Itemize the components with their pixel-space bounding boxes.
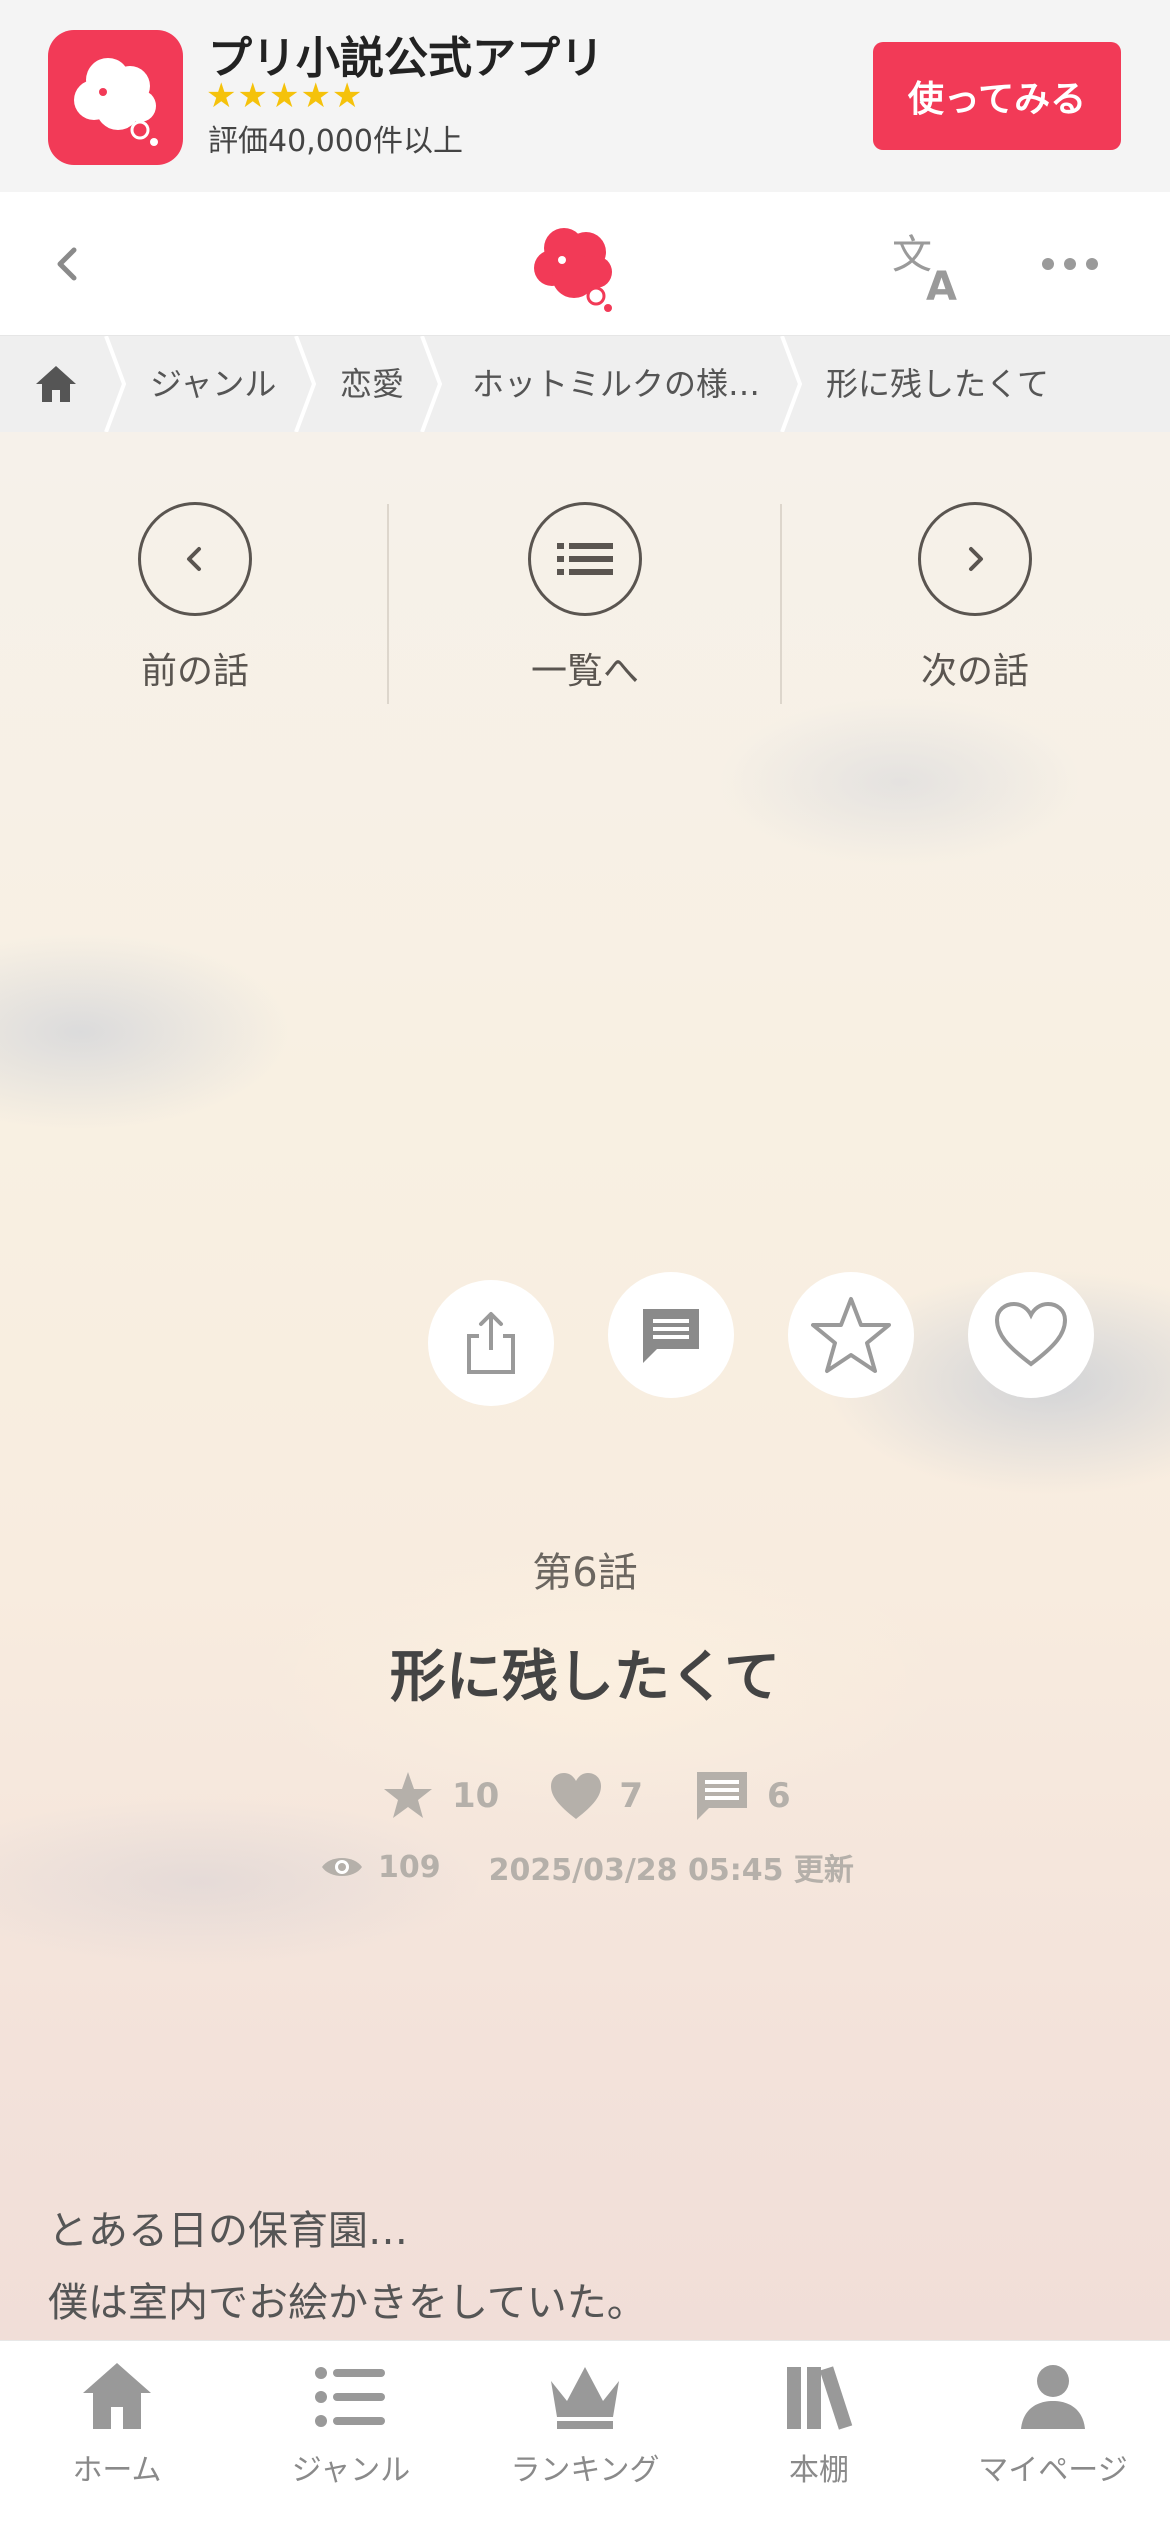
tab-ranking[interactable]: ランキング (468, 2341, 702, 2532)
tab-mypage[interactable]: マイページ (936, 2341, 1170, 2532)
app-banner: プリ小説公式アプリ ★★★★★ 評価40,000件以上 使ってみる (0, 0, 1170, 192)
tab-label: 本棚 (789, 2453, 849, 2488)
episode-stats: 10 7 6 (382, 1766, 791, 1826)
heart-icon (551, 1773, 602, 1819)
comment-icon (697, 1772, 747, 1820)
breadcrumb-separator (104, 336, 126, 432)
tab-label: ホーム (72, 2453, 162, 2488)
tab-genre[interactable]: ジャンル (234, 2341, 468, 2532)
updated-date: 2025/03/28 05:45 更新 (488, 1853, 854, 1888)
prev-episode-label: 前の話 (140, 651, 249, 692)
breadcrumb-separator (420, 336, 442, 432)
like-heart-button[interactable] (968, 1272, 1094, 1398)
episode-title: 形に残したくて (389, 1645, 781, 1710)
star-count: 10 (452, 1776, 500, 1816)
comment-icon (643, 1309, 699, 1363)
home-icon[interactable] (28, 362, 84, 406)
share-icon (467, 1312, 515, 1374)
home-icon (77, 2357, 157, 2437)
star-icon (811, 1297, 891, 1373)
share-button[interactable] (428, 1280, 554, 1406)
breadcrumb-category[interactable]: 恋愛 (340, 336, 404, 432)
breadcrumb-current: 形に残したくて (826, 365, 1050, 403)
tab-label: ジャンル (291, 2453, 411, 2488)
chevron-right-icon (918, 502, 1032, 616)
user-icon (1013, 2357, 1093, 2437)
episode-nav: 前の話 一覧へ 次の話 (0, 490, 1170, 720)
breadcrumb-genre[interactable]: ジャンル (150, 336, 276, 432)
divider (387, 504, 389, 704)
rating-stars: ★★★★★ (206, 76, 364, 116)
episode-number: 第6話 (532, 1550, 638, 1596)
bookshelf-icon (779, 2357, 859, 2437)
crown-icon (545, 2357, 625, 2437)
app-logo-icon[interactable] (48, 30, 183, 165)
top-header: 文 A (0, 192, 1170, 336)
heart-count: 7 (619, 1776, 643, 1816)
tab-bookshelf[interactable]: 本棚 (702, 2341, 936, 2532)
favorite-star-button[interactable] (788, 1272, 914, 1398)
back-icon[interactable] (40, 232, 100, 296)
chevron-left-icon (138, 502, 252, 616)
view-count: 109 (378, 1849, 441, 1885)
list-icon (311, 2357, 391, 2437)
bottom-tab-bar: ホーム ジャンル ランキング 本棚 マイページ (0, 2340, 1170, 2532)
translate-icon[interactable]: 文 A (890, 228, 970, 310)
more-icon[interactable] (1040, 244, 1100, 284)
tab-label: ランキング (510, 2453, 660, 2488)
breadcrumb-separator (780, 336, 802, 432)
story-line: とある日の保育園… (48, 2208, 408, 2254)
tab-label: マイページ (978, 2453, 1128, 2488)
breadcrumb: ジャンル 恋愛 ホットミルクの様… 形に残したくて (0, 336, 1170, 432)
star-icon (384, 1772, 432, 1818)
breadcrumb-story[interactable]: ホットミルクの様… (472, 336, 760, 432)
list-icon (528, 502, 642, 616)
episode-list-label: 一覧へ (530, 651, 639, 692)
heart-icon (994, 1301, 1068, 1367)
episode-meta: 109 2025/03/28 05:45 更新 (320, 1842, 854, 1892)
rating-count: 評価40,000件以上 (208, 124, 463, 159)
logo-icon[interactable] (520, 212, 630, 322)
comment-count: 6 (767, 1776, 791, 1816)
next-episode-button[interactable]: 次の話 (780, 502, 1170, 712)
open-app-button[interactable]: 使ってみる (873, 42, 1121, 150)
eye-icon (322, 1858, 362, 1876)
tab-home[interactable]: ホーム (0, 2341, 234, 2532)
comment-button[interactable] (608, 1272, 734, 1398)
episode-list-button[interactable]: 一覧へ (390, 502, 780, 712)
story-line: 僕は室内でお絵かきをしていた。 (48, 2280, 647, 2326)
svg-text:A: A (926, 264, 957, 304)
next-episode-label: 次の話 (920, 651, 1029, 692)
breadcrumb-separator (294, 336, 316, 432)
prev-episode-button[interactable]: 前の話 (0, 502, 390, 712)
